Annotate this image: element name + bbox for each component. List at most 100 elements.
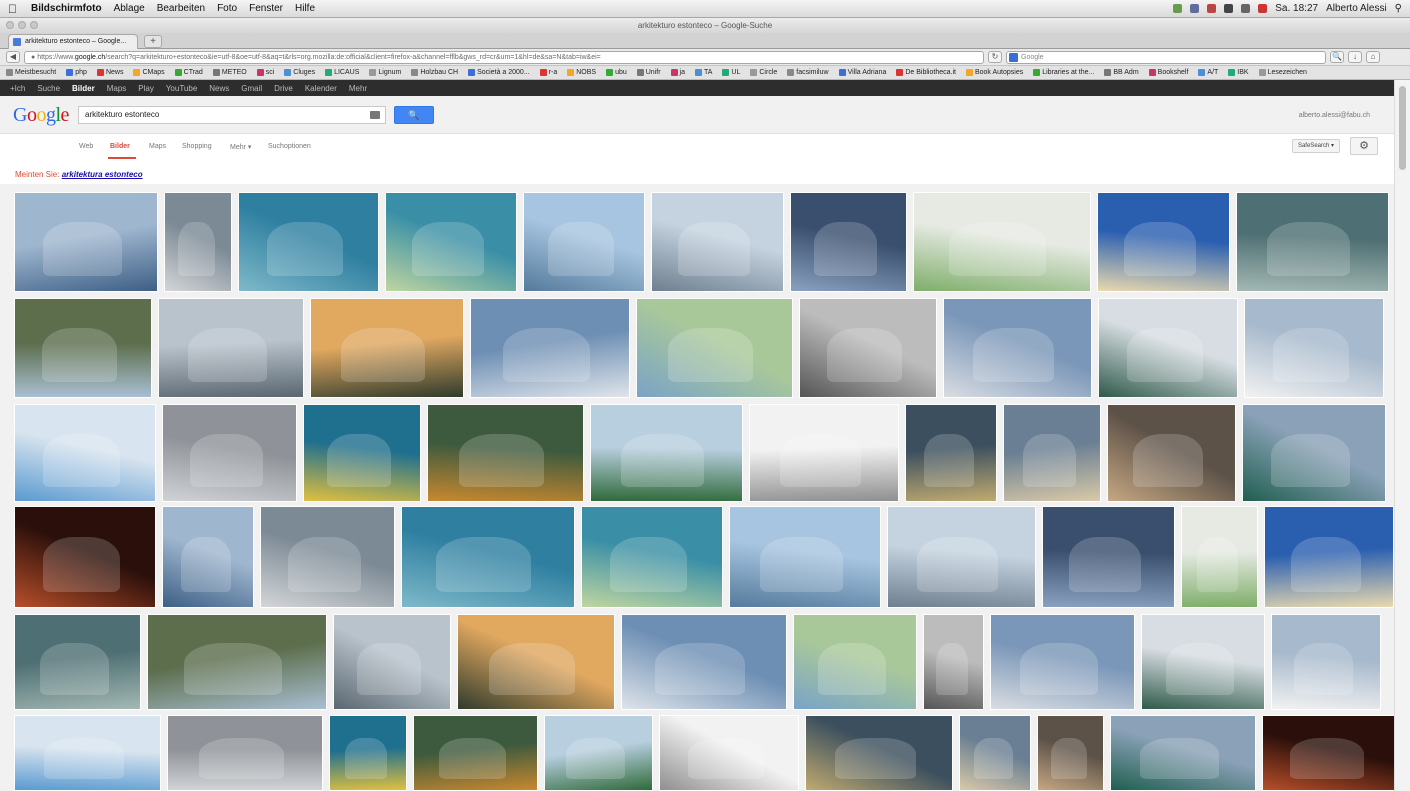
bookmark-item[interactable]: Meistbesucht (6, 69, 56, 76)
bookmark-item[interactable]: LICAUS (325, 69, 359, 76)
gbar-item[interactable]: Mehr (349, 84, 367, 93)
gbar-item[interactable]: Bilder (72, 84, 95, 93)
image-thumbnail[interactable] (14, 614, 141, 710)
close-window-button[interactable] (6, 21, 14, 29)
volume-icon[interactable] (1241, 4, 1251, 13)
image-thumbnail[interactable] (238, 192, 379, 292)
gbar-item[interactable]: +Ich (10, 84, 25, 93)
image-thumbnail[interactable] (651, 192, 784, 292)
image-thumbnail[interactable] (923, 614, 984, 710)
image-thumbnail[interactable] (1042, 506, 1175, 608)
image-thumbnail[interactable] (1097, 192, 1230, 292)
image-thumbnail[interactable] (413, 715, 538, 791)
menu-hilfe[interactable]: Hilfe (295, 3, 315, 14)
search-button[interactable]: 🔍 (394, 106, 434, 124)
tab-suchoptionen[interactable]: Suchoptionen (268, 143, 311, 150)
tab-bilder[interactable]: Bilder (110, 143, 130, 150)
tab-maps[interactable]: Maps (149, 143, 166, 150)
bookmark-item[interactable]: php (66, 69, 87, 76)
image-thumbnail[interactable] (799, 298, 937, 398)
image-thumbnail[interactable] (943, 298, 1092, 398)
gbar-item[interactable]: News (209, 84, 229, 93)
image-thumbnail[interactable] (959, 715, 1031, 791)
bookmark-item[interactable]: Bookshelf (1148, 69, 1188, 76)
image-thumbnail[interactable] (385, 192, 517, 292)
image-thumbnail[interactable] (1264, 506, 1394, 608)
did-you-mean-link[interactable]: arkitektura estonteco (62, 170, 143, 179)
gbar-item[interactable]: Gmail (241, 84, 262, 93)
gbar-item[interactable]: YouTube (166, 84, 197, 93)
bookmark-item[interactable]: r-a (539, 69, 557, 76)
safesearch-dropdown[interactable]: SafeSearch ▾ (1292, 139, 1340, 153)
user-name[interactable]: Alberto Alessi (1326, 3, 1387, 14)
gbar-item[interactable]: Play (138, 84, 154, 93)
zoom-window-button[interactable] (30, 21, 38, 29)
image-thumbnail[interactable] (1242, 404, 1386, 502)
image-thumbnail[interactable] (805, 715, 953, 791)
sync-icon[interactable] (1190, 4, 1200, 13)
reload-button[interactable]: ↻ (988, 51, 1002, 63)
image-thumbnail[interactable] (887, 506, 1036, 608)
image-thumbnail[interactable] (167, 715, 323, 791)
gbar-item[interactable]: Drive (274, 84, 293, 93)
image-thumbnail[interactable] (729, 506, 881, 608)
image-thumbnail[interactable] (905, 404, 997, 502)
image-thumbnail[interactable] (427, 404, 584, 502)
image-thumbnail[interactable] (636, 298, 793, 398)
url-bar[interactable]: ● https://www.google.ch/search?q=arkitek… (24, 50, 984, 64)
image-thumbnail[interactable] (162, 404, 297, 502)
image-thumbnail[interactable] (1181, 506, 1258, 608)
spotlight-icon[interactable]: ⚲ (1395, 3, 1402, 14)
bookmark-item[interactable]: Libraries at the... (1033, 69, 1094, 76)
bookmark-item[interactable]: TA (694, 69, 712, 76)
bookmark-item[interactable]: UL (722, 69, 740, 76)
download-button[interactable]: ↓ (1348, 51, 1362, 63)
image-thumbnail[interactable] (329, 715, 407, 791)
bookmark-item[interactable]: CTrad (174, 69, 203, 76)
bookmark-item[interactable]: Unifr (636, 69, 661, 76)
bookmark-item[interactable]: METEO (212, 69, 247, 76)
image-thumbnail[interactable] (1236, 192, 1389, 292)
image-thumbnail[interactable] (1037, 715, 1104, 791)
image-thumbnail[interactable] (164, 192, 232, 292)
account-link[interactable]: alberto.alessi@fabu.ch (1299, 112, 1370, 119)
image-thumbnail[interactable] (260, 506, 395, 608)
image-thumbnail[interactable] (14, 192, 158, 292)
bookmark-item[interactable]: NOBS (567, 69, 596, 76)
image-thumbnail[interactable] (590, 404, 743, 502)
bookmark-item[interactable]: Lesezeichen (1258, 69, 1307, 76)
browser-search-field[interactable]: Google (1006, 50, 1326, 64)
image-thumbnail[interactable] (14, 404, 156, 502)
image-thumbnail[interactable] (14, 506, 156, 608)
home-button[interactable]: ⌂ (1366, 51, 1380, 63)
status-icon[interactable] (1173, 4, 1183, 13)
google-logo[interactable]: Google (13, 104, 69, 127)
image-thumbnail[interactable] (1141, 614, 1265, 710)
gear-icon[interactable]: ⚙ (1350, 137, 1378, 155)
minimize-window-button[interactable] (18, 21, 26, 29)
search-go-icon[interactable]: 🔍 (1330, 51, 1344, 63)
image-thumbnail[interactable] (14, 298, 152, 398)
bookmark-item[interactable]: Villa Adriana (838, 69, 886, 76)
browser-tab[interactable]: arkitekturo estonteco – Google... (8, 34, 138, 49)
image-thumbnail[interactable] (401, 506, 575, 608)
image-thumbnail[interactable] (1107, 404, 1236, 502)
bookmark-item[interactable]: Holzbau CH (411, 69, 458, 76)
bookmark-item[interactable]: A/T (1198, 69, 1218, 76)
bookmark-item[interactable]: facsimiluw (787, 69, 829, 76)
image-thumbnail[interactable] (1110, 715, 1256, 791)
bookmark-item[interactable]: Società a 2000... (468, 69, 530, 76)
wifi-icon[interactable] (1224, 4, 1234, 13)
menu-app[interactable]: Bildschirmfoto (31, 3, 102, 14)
image-thumbnail[interactable] (581, 506, 723, 608)
image-thumbnail[interactable] (544, 715, 653, 791)
image-thumbnail[interactable] (1271, 614, 1381, 710)
image-thumbnail[interactable] (1244, 298, 1384, 398)
image-thumbnail[interactable] (333, 614, 451, 710)
flag-icon[interactable] (1258, 4, 1268, 13)
camera-icon[interactable] (370, 111, 380, 119)
image-thumbnail[interactable] (749, 404, 899, 502)
image-thumbnail[interactable] (659, 715, 799, 791)
search-input[interactable]: arkitekturo estonteco (78, 106, 386, 124)
image-thumbnail[interactable] (158, 298, 304, 398)
